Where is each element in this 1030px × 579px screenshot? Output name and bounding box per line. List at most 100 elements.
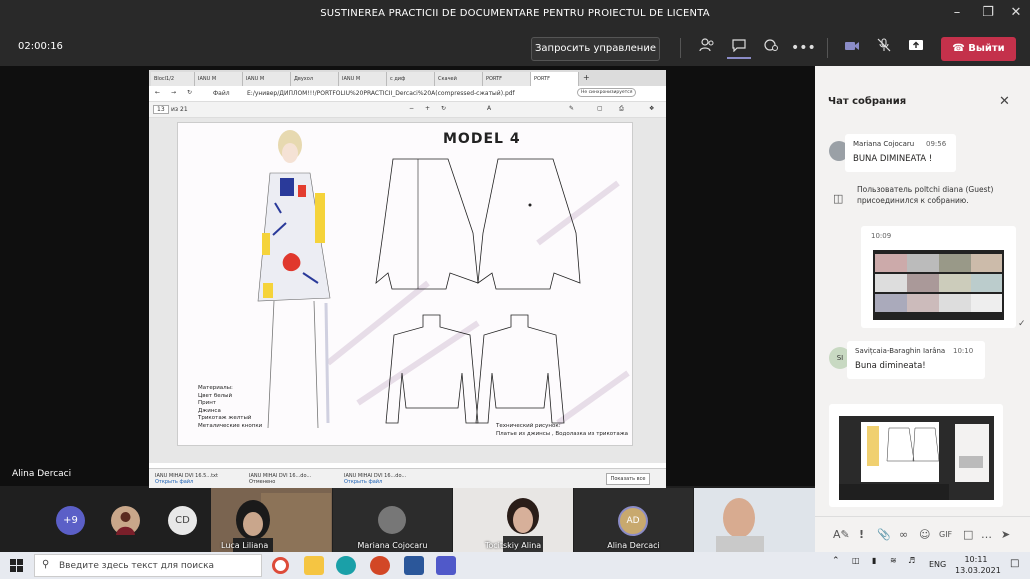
close-icon[interactable]: ✕ bbox=[999, 94, 1010, 109]
browser-tab-active[interactable]: PORTF bbox=[531, 72, 579, 86]
refresh-icon[interactable]: ↻ bbox=[187, 89, 192, 96]
browser-tab[interactable]: с диф bbox=[387, 72, 435, 86]
material-item: Джинса bbox=[198, 407, 221, 414]
chat-message: Savițcaia-Baraghin Iarâna 10:10 Buna dim… bbox=[847, 341, 985, 379]
participant-video-tile[interactable]: Luca Liliana bbox=[211, 488, 332, 552]
teams-icon[interactable] bbox=[436, 556, 456, 575]
hangup-icon: ☎ bbox=[952, 43, 969, 54]
edge-icon[interactable] bbox=[336, 556, 356, 575]
page-number-input[interactable]: 13 bbox=[153, 105, 169, 114]
more-icon[interactable]: … bbox=[981, 528, 992, 541]
system-message: Пользователь poltchi diana (Guest) присо… bbox=[857, 185, 994, 205]
chrome-icon[interactable] bbox=[272, 557, 289, 574]
read-aloud-icon[interactable]: A bbox=[487, 105, 491, 112]
download-item[interactable]: IANU MIHAI DVI 16...do... Открыть файл bbox=[344, 473, 406, 485]
message-text: BUNA DIMINEATA ! bbox=[853, 154, 933, 164]
back-icon[interactable]: ← bbox=[155, 89, 160, 96]
screenshot-thumbnail bbox=[873, 250, 1004, 320]
sync-status[interactable]: Не синхронизируется bbox=[577, 88, 637, 97]
reactions-icon[interactable] bbox=[759, 37, 783, 59]
mic-muted-icon[interactable] bbox=[872, 37, 896, 59]
zoom-out-icon[interactable]: − bbox=[409, 105, 414, 112]
chat-message: Mariana Cojocaru 09:56 BUNA DIMINEATA ! bbox=[845, 134, 956, 172]
file-explorer-icon[interactable] bbox=[304, 556, 324, 575]
volume-icon[interactable]: ♬ bbox=[908, 556, 915, 565]
forward-icon[interactable]: → bbox=[171, 89, 176, 96]
read-receipt-icon: ✓ bbox=[1018, 319, 1026, 329]
participant-joined-icon: ◫ bbox=[833, 192, 844, 205]
tray-overflow-icon[interactable]: ⌃ bbox=[832, 556, 840, 566]
send-icon[interactable]: ➤ bbox=[1001, 528, 1010, 541]
material-item: Принт bbox=[198, 400, 217, 406]
participant-name: Luca Liliana bbox=[221, 541, 269, 550]
browser-tab[interactable]: IANU M bbox=[195, 72, 243, 86]
request-control-button[interactable]: Запросить управление bbox=[531, 37, 660, 61]
participants-icon[interactable] bbox=[695, 37, 719, 59]
participant-name: Tocitskiy Alina bbox=[484, 541, 542, 550]
chat-message-image[interactable] bbox=[829, 404, 1003, 507]
more-options-icon[interactable]: ••• bbox=[791, 37, 816, 59]
download-item[interactable]: IANU MIHAI DVI 16.5...txt Открыть файл bbox=[155, 473, 218, 485]
show-all-downloads-button[interactable]: Показать все bbox=[606, 473, 650, 485]
chat-icon[interactable] bbox=[727, 37, 751, 59]
participant-video-tile[interactable]: AD Alina Dercaci bbox=[574, 488, 693, 552]
wifi-icon[interactable]: ≋ bbox=[890, 556, 897, 565]
meeting-timer: 02:00:16 bbox=[18, 41, 63, 52]
avatar: CD bbox=[168, 506, 197, 535]
browser-tab[interactable]: PORTF bbox=[483, 72, 531, 86]
pin-icon[interactable]: ❖ bbox=[649, 105, 654, 112]
more-participants-badge[interactable]: +9 bbox=[56, 506, 85, 535]
link-icon[interactable]: ∞ bbox=[899, 528, 908, 541]
participant-video-tile[interactable] bbox=[694, 488, 815, 552]
language-indicator[interactable]: ENG bbox=[929, 560, 946, 569]
notifications-icon[interactable]: □ bbox=[1010, 558, 1019, 569]
maximize-icon[interactable]: ❐ bbox=[973, 5, 1003, 20]
chat-title: Чат собрания bbox=[828, 96, 907, 107]
chat-message-image[interactable]: 10:09 bbox=[861, 226, 1016, 328]
network-icon[interactable]: ◫ bbox=[852, 556, 860, 565]
emoji-icon[interactable]: ☺ bbox=[919, 528, 930, 541]
zoom-in-icon[interactable]: + bbox=[425, 105, 430, 112]
format-icon[interactable]: A✎ bbox=[833, 528, 850, 541]
browser-tab[interactable]: Двухол bbox=[291, 72, 339, 86]
camera-icon[interactable] bbox=[840, 37, 864, 59]
material-item: Металические кнопки bbox=[198, 422, 263, 429]
downloads-bar: IANU MIHAI DVI 16.5...txt Открыть файл I… bbox=[149, 468, 666, 488]
page-total: из 21 bbox=[171, 106, 188, 113]
participants-strip: +9 CD Luca Liliana Mariana Cojocaru Toci… bbox=[0, 488, 815, 552]
download-item[interactable]: IANU MIHAI DVI 16...do... Отменено bbox=[249, 473, 311, 485]
compose-toolbar: A✎ ! 📎 ∞ ☺ GIF □ … ➤ bbox=[815, 516, 1030, 552]
participant-name: Mariana Cojocaru bbox=[357, 541, 428, 550]
battery-icon[interactable]: ▮ bbox=[872, 556, 876, 565]
leave-button[interactable]: ☎ Выйти bbox=[941, 37, 1016, 61]
browser-tab[interactable]: Скачей bbox=[435, 72, 483, 86]
print-icon[interactable]: ⎙ bbox=[619, 105, 624, 113]
close-window-icon[interactable]: ✕ bbox=[1001, 5, 1030, 20]
model-title: MODEL 4 bbox=[443, 131, 521, 147]
browser-tab[interactable]: IANU M bbox=[243, 72, 291, 86]
draw-icon[interactable]: ✎ bbox=[569, 105, 574, 112]
materials-heading: Материалы: bbox=[198, 385, 233, 391]
word-icon[interactable] bbox=[404, 556, 424, 575]
gif-icon[interactable]: GIF bbox=[939, 530, 952, 539]
participant-video bbox=[694, 488, 815, 552]
attach-icon[interactable]: 📎 bbox=[877, 528, 891, 541]
participant-video-tile[interactable]: Tocitskiy Alina bbox=[453, 488, 573, 552]
browser-tab[interactable]: Blocl1/2 bbox=[151, 72, 195, 86]
clock[interactable]: 10:11 13.03.2021 bbox=[955, 554, 1001, 576]
sticker-icon[interactable]: □ bbox=[963, 528, 973, 541]
new-tab-icon[interactable]: + bbox=[581, 72, 595, 86]
save-icon[interactable]: ▢ bbox=[597, 105, 603, 112]
taskbar-search-input[interactable]: ⚲ Введите здесь текст для поиска bbox=[34, 554, 262, 577]
meeting-toolbar: 02:00:16 Запросить управление ••• ☎ Выйт… bbox=[0, 30, 1030, 66]
browser-tab[interactable]: IANU M bbox=[339, 72, 387, 86]
important-icon[interactable]: ! bbox=[859, 528, 864, 541]
share-screen-icon[interactable] bbox=[904, 37, 928, 59]
windows-start-icon[interactable] bbox=[10, 559, 23, 572]
participant-video-tile[interactable]: Mariana Cojocaru bbox=[333, 488, 452, 552]
powerpoint-icon[interactable] bbox=[370, 556, 390, 575]
url-text[interactable]: E:/универ/ДИПЛОМ!!!/PORTFOLIU%20PRACTICI… bbox=[247, 90, 537, 97]
minimize-icon[interactable]: – bbox=[942, 5, 972, 20]
address-bar: ← → ↻ Файл E:/универ/ДИПЛОМ!!!/PORTFOLIU… bbox=[149, 86, 666, 102]
rotate-icon[interactable]: ↻ bbox=[441, 105, 446, 112]
